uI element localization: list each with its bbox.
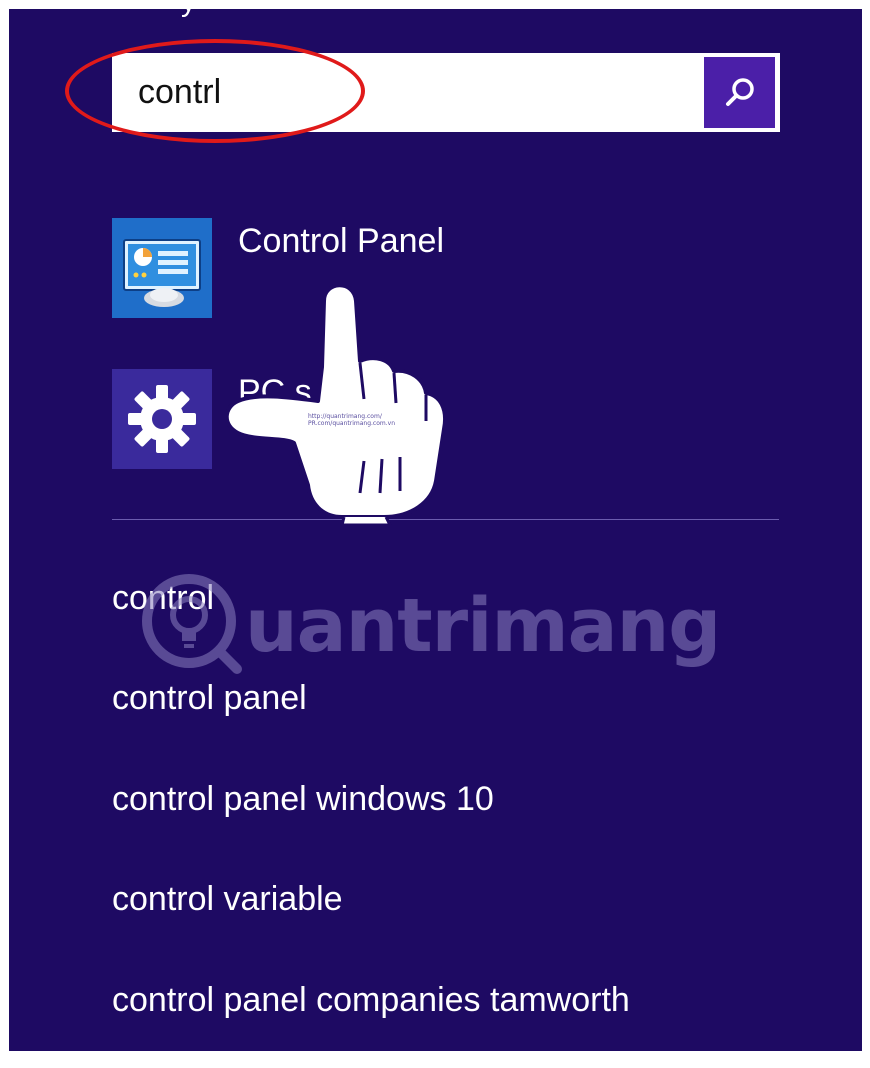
watermark-brand: uantrimang (245, 583, 721, 669)
search-pane: y Control P (9, 9, 862, 1051)
result-control-panel[interactable]: Control Panel (112, 218, 772, 318)
cropped-heading-fragment: y (181, 9, 211, 17)
search-input[interactable] (112, 53, 702, 132)
search-button[interactable] (704, 57, 775, 128)
suggestion-item[interactable]: control panel (112, 679, 307, 718)
suggestion-item[interactable]: control variable (112, 880, 343, 919)
suggestion-item[interactable]: control panel windows 10 (112, 780, 494, 819)
divider (112, 519, 779, 520)
result-label: Control Panel (238, 222, 445, 260)
gear-icon-tile (112, 369, 212, 469)
result-pc-settings[interactable]: PC s (112, 369, 772, 469)
watermark: uantrimang (137, 565, 721, 685)
gear-icon (128, 385, 196, 453)
search-box (112, 53, 780, 132)
control-panel-icon (112, 218, 212, 318)
result-label: PC s (238, 373, 312, 411)
suggestion-item[interactable]: control panel companies tamworth (112, 981, 630, 1020)
search-icon (725, 77, 754, 106)
suggestion-item[interactable]: control (112, 579, 214, 618)
